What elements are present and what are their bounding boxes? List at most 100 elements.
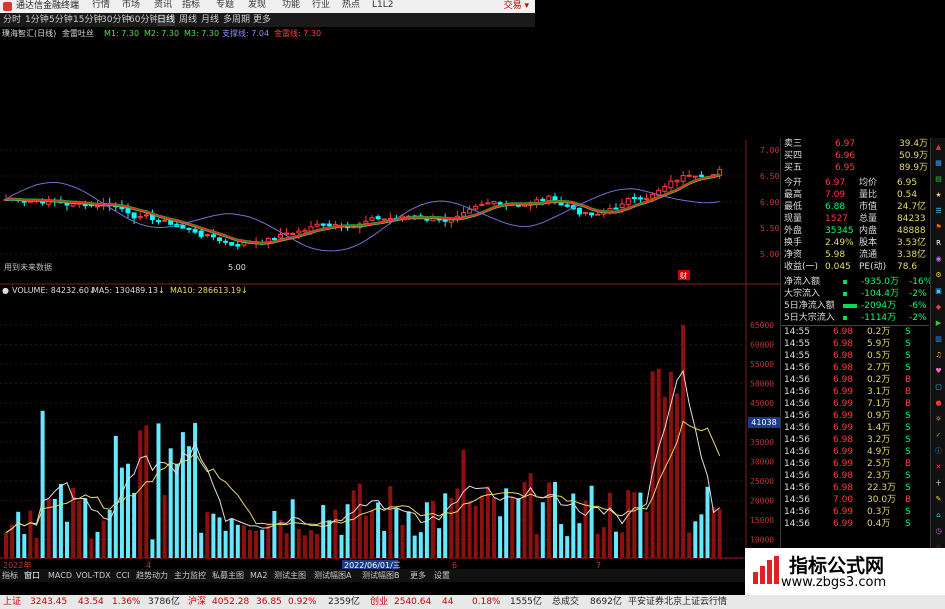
status-sh-label[interactable]: 上证 xyxy=(3,595,21,609)
period-button-1[interactable]: 1分钟 xyxy=(25,15,49,26)
check-icon[interactable]: ✓ xyxy=(933,430,944,441)
tick-time: 14:56 xyxy=(784,363,810,373)
volume-bar xyxy=(4,532,8,558)
volume-bar xyxy=(89,538,94,558)
stat-value: 78.6 xyxy=(897,262,918,272)
tick-time: 14:56 xyxy=(784,483,810,493)
candle-body xyxy=(540,198,546,201)
heart-icon[interactable]: ♥ xyxy=(933,366,944,377)
volume-bar xyxy=(400,524,405,558)
bottom-tab-13[interactable]: 设置 xyxy=(434,569,450,582)
volume-circle-icon: ● xyxy=(2,286,9,295)
rsi-icon[interactable]: R xyxy=(933,238,944,249)
dot-icon[interactable]: ● xyxy=(933,398,944,409)
volume-bar xyxy=(339,534,344,558)
menu-item-6[interactable]: 功能 xyxy=(282,0,300,11)
flow-pct: -2% xyxy=(909,289,927,299)
bottom-tab-7[interactable]: 私募主图 xyxy=(212,569,244,582)
volume-tick-label: 50000 xyxy=(750,380,774,389)
bottom-tab-8[interactable]: MA2 xyxy=(250,569,267,582)
volume-bar xyxy=(302,535,307,558)
bottom-tab-4[interactable]: CCI xyxy=(116,569,130,582)
flag-icon[interactable]: ⚑ xyxy=(933,222,944,233)
tick-time: 14:56 xyxy=(784,459,810,469)
trade-button[interactable]: 交易 ▾ xyxy=(504,0,529,13)
period-button-9[interactable]: 多周期 xyxy=(223,15,250,26)
tick-price: 6.99 xyxy=(833,399,854,409)
period-button-6[interactable]: 日线 xyxy=(157,15,176,26)
bars-icon[interactable]: ▥ xyxy=(933,334,944,345)
grid-icon[interactable]: ▦ xyxy=(933,158,944,169)
menu-item-1[interactable]: 市场 xyxy=(122,0,140,11)
price-tick-label: 5.00 xyxy=(760,250,779,259)
tick-price: 6.98 xyxy=(833,327,854,337)
candle-body xyxy=(650,193,656,199)
sun-icon[interactable]: ☼ xyxy=(933,414,944,425)
period-button-0[interactable]: 分时 xyxy=(3,15,21,26)
flow-pct: -2% xyxy=(909,313,927,323)
volume-bar xyxy=(583,500,588,558)
menu-item-0[interactable]: 行情 xyxy=(92,0,110,11)
gear-icon[interactable]: ⚙ xyxy=(933,270,944,281)
period-button-10[interactable]: 更多 xyxy=(253,15,271,26)
bottom-tab-1[interactable]: 窗口 xyxy=(24,569,40,582)
info-icon[interactable]: ⓘ xyxy=(933,446,944,457)
volume-bar xyxy=(241,525,246,558)
clock-icon[interactable]: ◷ xyxy=(933,526,944,537)
bottom-tab-12[interactable]: 更多 xyxy=(410,569,426,582)
menu-item-3[interactable]: 指标 xyxy=(182,0,200,11)
bottom-tab-3[interactable]: VOL-TDX xyxy=(76,569,111,582)
arrow-up-icon[interactable]: ▲ xyxy=(933,142,944,153)
tick-row: 14:55 6.98 0.5万 S xyxy=(781,350,929,362)
bell-icon[interactable]: ♫ xyxy=(933,350,944,361)
menu-item-7[interactable]: 行业 xyxy=(312,0,330,11)
pencil-icon[interactable]: ✎ xyxy=(933,494,944,505)
menu-item-2[interactable]: 资讯 xyxy=(154,0,172,11)
period-button-3[interactable]: 15分钟 xyxy=(73,15,102,26)
candle-body xyxy=(296,230,302,234)
triangle-icon[interactable]: ▶ xyxy=(933,318,944,329)
menu-item-9[interactable]: L1L2 xyxy=(372,0,393,11)
watermark-title: 指标公式网 xyxy=(789,555,885,577)
period-button-4[interactable]: 30分钟 xyxy=(101,15,130,26)
stat-value: 1527 xyxy=(825,214,848,224)
circle-icon[interactable]: ◉ xyxy=(933,254,944,265)
star-icon[interactable]: ★ xyxy=(933,190,944,201)
bottom-tab-9[interactable]: 测试主图 xyxy=(274,569,306,582)
period-button-5[interactable]: 60分钟 xyxy=(129,15,158,26)
candle-body xyxy=(302,229,308,233)
bottom-tab-2[interactable]: MACD xyxy=(48,569,72,582)
volume-bar xyxy=(412,535,417,558)
stat-label: 收益(一) xyxy=(784,262,819,272)
menu-item-5[interactable]: 发现 xyxy=(248,0,266,11)
kline-chart[interactable]: 7.00 6.50 6.00 5.50 5.00 65000 60000 55000 50000… xyxy=(0,40,780,570)
menu-item-4[interactable]: 专题 xyxy=(216,0,234,11)
volume-bar xyxy=(437,528,442,558)
bottom-tab-0[interactable]: 指标 xyxy=(2,569,18,582)
volume-bar xyxy=(376,502,381,558)
period-button-2[interactable]: 5分钟 xyxy=(49,15,73,26)
status-sz-label[interactable]: 沪深 xyxy=(188,595,206,609)
cross-icon[interactable]: ✕ xyxy=(933,462,944,473)
list-icon[interactable]: ☰ xyxy=(933,206,944,217)
chart-icon[interactable]: ▤ xyxy=(933,174,944,185)
volume-bar xyxy=(717,509,722,558)
diamond-icon[interactable]: ◆ xyxy=(933,302,944,313)
bottom-tab-10[interactable]: 测试幅图A xyxy=(314,569,351,582)
bottom-tab-6[interactable]: 主力监控 xyxy=(174,569,206,582)
formula-name[interactable]: 金雷吐丝 xyxy=(62,28,94,40)
bottom-tab-5[interactable]: 趋势动力 xyxy=(136,569,168,582)
stock-name[interactable]: 璞海智汇(日线) xyxy=(2,28,56,40)
window-icon[interactable]: ▢ xyxy=(933,382,944,393)
square-icon[interactable]: ▣ xyxy=(933,286,944,297)
volume-bar xyxy=(431,501,435,558)
menu-item-8[interactable]: 热点 xyxy=(342,0,360,11)
bottom-tab-11[interactable]: 测试幅图B xyxy=(362,569,400,582)
status-cy-label[interactable]: 创业 xyxy=(370,595,388,609)
period-button-7[interactable]: 周线 xyxy=(179,15,197,26)
watermark-logo-icon xyxy=(753,556,779,584)
volume-bar xyxy=(687,532,692,558)
plus-icon[interactable]: ＋ xyxy=(933,478,944,489)
home-icon[interactable]: ⌂ xyxy=(933,510,944,521)
period-button-8[interactable]: 月线 xyxy=(201,15,219,26)
